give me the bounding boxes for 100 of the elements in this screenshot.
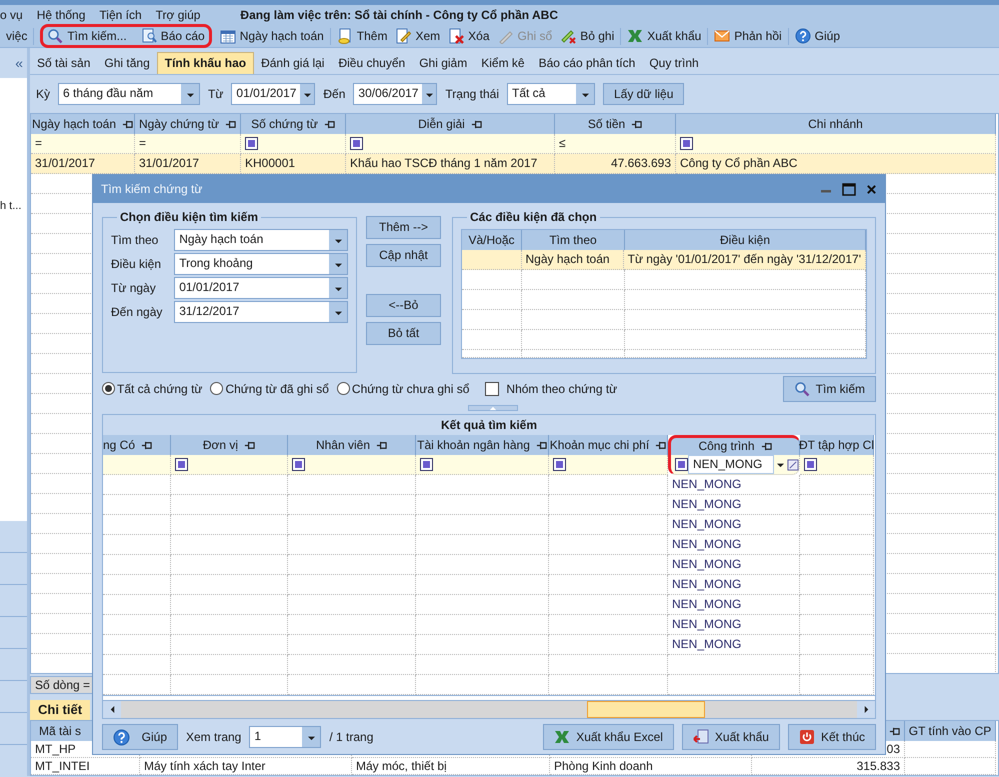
column-header[interactable]: GT tính vào CP bbox=[905, 721, 996, 741]
column-header[interactable]: Số tiền bbox=[555, 114, 676, 134]
scroll-left-button[interactable] bbox=[103, 700, 121, 718]
filter-toggle[interactable] bbox=[680, 137, 693, 150]
toolbar-button[interactable]: Xem bbox=[395, 28, 440, 44]
menu-item[interactable]: Hệ thống bbox=[36, 8, 86, 22]
filter-cell[interactable] bbox=[103, 455, 171, 475]
filter-cell[interactable] bbox=[416, 455, 549, 475]
filter-toggle[interactable] bbox=[804, 458, 817, 471]
column-header[interactable]: Số chứng từ bbox=[241, 114, 346, 134]
filter-toggle[interactable] bbox=[553, 458, 566, 471]
dropdown-field[interactable]: 31/12/2017 bbox=[174, 301, 348, 323]
filter-toggle[interactable] bbox=[420, 458, 433, 471]
tab[interactable]: Đánh giá lại bbox=[254, 52, 332, 74]
column-header[interactable]: Nhân viên bbox=[288, 435, 416, 455]
action-button[interactable]: Bỏ tất bbox=[366, 322, 441, 345]
scrollbar-thumb[interactable] bbox=[587, 701, 705, 718]
help-button[interactable]: Giúp bbox=[102, 724, 178, 750]
toolbar-button[interactable]: Thêm bbox=[336, 28, 388, 44]
checkbox-option[interactable]: Nhóm theo chứng từ bbox=[485, 382, 618, 396]
column-header[interactable]: Tìm theo bbox=[522, 230, 625, 250]
filter-cell[interactable] bbox=[171, 455, 288, 475]
filter-toggle[interactable] bbox=[292, 458, 305, 471]
filter-cell[interactable] bbox=[241, 134, 346, 154]
radio-option[interactable]: Tất cả chứng từ bbox=[102, 382, 202, 396]
filter-cell[interactable] bbox=[346, 134, 555, 154]
dropdown-field[interactable]: 6 tháng đầu năm bbox=[58, 83, 200, 105]
filter-cell[interactable]: ≤ bbox=[555, 134, 676, 154]
column-header[interactable]: ng Có bbox=[103, 435, 171, 455]
menu-item[interactable]: Tiện ích bbox=[99, 8, 142, 22]
dropdown-field[interactable]: 30/06/2017 bbox=[353, 83, 438, 105]
column-header[interactable]: ĐT tập hợp Cl bbox=[800, 435, 874, 455]
search-button[interactable]: Tìm kiếm bbox=[782, 376, 876, 402]
toolbar-button[interactable]: việc bbox=[6, 28, 28, 44]
column-header[interactable]: Ngày chứng từ bbox=[135, 114, 241, 134]
tab[interactable]: Quy trình bbox=[642, 52, 706, 74]
column-header[interactable]: Điều kiện bbox=[625, 230, 866, 250]
dropdown-field[interactable]: Tất cả bbox=[507, 83, 595, 105]
footer-button[interactable]: Xuất khẩu Excel bbox=[543, 724, 674, 750]
column-header[interactable]: Và/Hoặc bbox=[462, 230, 522, 250]
action-button[interactable]: Cập nhật bbox=[366, 244, 441, 267]
scroll-right-button[interactable] bbox=[857, 700, 875, 718]
action-button[interactable]: Thêm --> bbox=[366, 216, 441, 239]
toolbar-button[interactable]: Xóa bbox=[448, 28, 490, 44]
tab[interactable]: Tính khấu hao bbox=[156, 52, 254, 74]
action-button[interactable]: <--Bỏ bbox=[366, 294, 441, 317]
filter-cell[interactable] bbox=[288, 455, 416, 475]
tab[interactable]: Kiểm kê bbox=[474, 52, 532, 74]
filter-cell[interactable]: = bbox=[31, 134, 135, 154]
radio-option[interactable]: Chứng từ đã ghi sổ bbox=[210, 382, 329, 396]
tab[interactable]: Ghi giảm bbox=[412, 52, 474, 74]
menu-item[interactable]: Trợ giúp bbox=[156, 8, 200, 22]
column-header[interactable]: Công trình bbox=[668, 435, 800, 455]
filter-toggle[interactable] bbox=[675, 458, 688, 471]
dropdown-field[interactable]: 01/01/2017 bbox=[231, 83, 316, 105]
column-header[interactable]: Diễn giải bbox=[346, 114, 555, 134]
column-header[interactable]: Tài khoản ngân hàng bbox=[416, 435, 549, 455]
toolbar-button[interactable]: Bỏ ghi bbox=[560, 28, 614, 44]
dropdown-field[interactable]: Ngày hạch toán bbox=[174, 229, 348, 251]
splitter-handle[interactable] bbox=[468, 405, 518, 411]
column-header[interactable]: Chi nhánh bbox=[676, 114, 996, 134]
fetch-data-button[interactable]: Lấy dữ liệu bbox=[603, 82, 684, 106]
toolbar-button[interactable]: Báo cáo bbox=[130, 24, 212, 48]
column-header[interactable]: Đơn vị bbox=[171, 435, 288, 455]
filter-operator[interactable]: ≤ bbox=[559, 136, 566, 151]
footer-button[interactable]: Xuất khẩu bbox=[682, 724, 780, 750]
collapse-toggle[interactable]: « bbox=[15, 54, 23, 72]
filter-operator[interactable]: = bbox=[139, 136, 146, 151]
filter-cell[interactable]: NEN_MONG bbox=[668, 455, 800, 475]
tab[interactable]: Số tài sản bbox=[30, 52, 98, 74]
maximize-icon[interactable] bbox=[842, 182, 856, 196]
filter-cell[interactable] bbox=[549, 455, 668, 475]
close-icon[interactable] bbox=[866, 184, 877, 194]
toolbar-button[interactable]: Xuất khẩu bbox=[627, 28, 702, 44]
toolbar-button[interactable]: Phản hồi bbox=[714, 28, 782, 44]
tab[interactable]: Báo cáo phân tích bbox=[532, 52, 642, 74]
filter-toggle[interactable] bbox=[175, 458, 188, 471]
filter-input[interactable]: NEN_MONG bbox=[688, 455, 774, 474]
dropdown-field[interactable]: Trong khoảng bbox=[174, 253, 348, 275]
tab[interactable]: Chi tiết bbox=[30, 700, 90, 720]
tab[interactable]: Ghi tăng bbox=[97, 52, 157, 74]
menu-item[interactable]: o vụ bbox=[0, 8, 23, 22]
toolbar-button[interactable]: Tìm kiếm... bbox=[40, 24, 131, 48]
toolbar-button[interactable]: Ngày hạch toán bbox=[220, 28, 324, 44]
dropdown-field[interactable]: 01/01/2017 bbox=[174, 277, 348, 299]
filter-cell[interactable] bbox=[800, 455, 874, 475]
filter-operator[interactable]: = bbox=[35, 136, 42, 151]
tab[interactable]: Điều chuyển bbox=[331, 52, 412, 74]
filter-toggle[interactable] bbox=[245, 137, 258, 150]
caret-icon bbox=[306, 734, 316, 740]
page-dropdown[interactable]: 1 bbox=[249, 726, 322, 748]
radio-option[interactable]: Chứng từ chưa ghi sổ bbox=[336, 382, 470, 396]
column-header[interactable]: Ngày hạch toán bbox=[31, 114, 135, 134]
column-header[interactable]: Khoản mục chi phí bbox=[549, 435, 668, 455]
footer-button[interactable]: Kết thúc bbox=[788, 724, 876, 750]
filter-cell[interactable]: = bbox=[135, 134, 241, 154]
toolbar-button[interactable]: Giúp bbox=[794, 28, 840, 44]
sidebar-item[interactable]: h t... bbox=[0, 200, 27, 214]
filter-cell[interactable] bbox=[676, 134, 996, 154]
filter-toggle[interactable] bbox=[350, 137, 363, 150]
